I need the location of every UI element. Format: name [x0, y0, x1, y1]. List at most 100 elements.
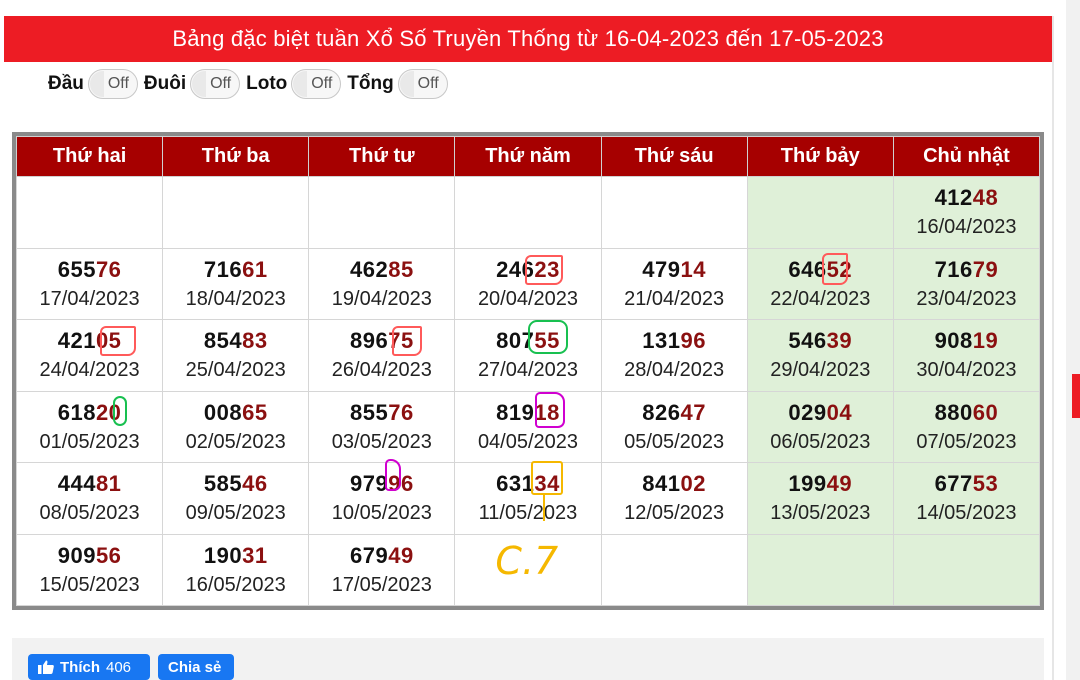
- number-tail: 65: [242, 399, 268, 425]
- day-cell-wednesday: 67949 17/05/2023: [308, 533, 456, 606]
- number-head: 841: [642, 471, 681, 497]
- day-cell-monday: 90956 15/05/2023: [15, 533, 164, 606]
- draw-date: 02/05/2023: [185, 430, 286, 453]
- lottery-number: 67949: [309, 541, 454, 571]
- number-head: 716: [203, 256, 243, 282]
- lottery-number: 65576: [17, 255, 162, 285]
- number-head: 655: [57, 256, 96, 282]
- like-label: Thích: [60, 658, 100, 676]
- draw-date: 11/05/2023: [478, 502, 578, 525]
- day-cell-thursday: C.7: [454, 533, 602, 606]
- number-tail: 31: [242, 542, 268, 568]
- day-cell-wednesday: 89675 26/04/2023: [308, 319, 456, 392]
- table-row: 61820 01/05/2023 00865 02/05/2023 85576 03/05…: [15, 390, 1041, 463]
- day-cell-thursday: [454, 176, 602, 249]
- scrollbar-thumb[interactable]: [1072, 374, 1080, 418]
- number-tail: 02: [680, 471, 706, 497]
- lottery-number: 47914: [602, 255, 747, 285]
- day-cell-friday: 84102 12/05/2023: [600, 462, 748, 535]
- day-cell-tuesday: 71661 18/04/2023: [162, 247, 310, 320]
- number-tail: 55: [534, 328, 560, 354]
- number-tail: 49: [388, 542, 414, 568]
- day-cell-tuesday: [162, 176, 310, 249]
- day-cell-saturday: 64652 22/04/2023: [746, 247, 894, 320]
- lottery-number: 54639: [748, 326, 893, 356]
- number-tail: 18: [534, 399, 560, 425]
- number-head: 716: [934, 256, 973, 282]
- number-head: 199: [788, 471, 827, 497]
- number-head: 421: [57, 328, 96, 354]
- draw-date: 07/05/2023: [916, 430, 1017, 453]
- number-tail: 48: [972, 185, 999, 211]
- header-tuesday: Thứ ba: [162, 136, 310, 177]
- header-wednesday: Thứ tư: [308, 136, 456, 177]
- number-tail: 04: [826, 399, 853, 425]
- lottery-number: 85483: [163, 326, 308, 356]
- number-head: 479: [642, 256, 681, 282]
- lottery-number: 19031: [163, 541, 308, 571]
- number-head: 896: [350, 328, 389, 354]
- lottery-number: 80755: [455, 326, 600, 356]
- number-tail: 76: [95, 256, 122, 282]
- number-tail: 79: [972, 256, 999, 282]
- number-head: 826: [642, 399, 681, 425]
- draw-date: 23/04/2023: [916, 287, 1017, 310]
- lottery-number: 90956: [17, 541, 162, 571]
- number-head: 412: [934, 185, 973, 211]
- draw-date: 16/05/2023: [185, 573, 286, 596]
- header-friday: Thứ sáu: [600, 136, 748, 177]
- number-tail: 85: [388, 256, 414, 282]
- number-tail: 96: [680, 328, 706, 354]
- table-row: 42105 24/04/2023 85483 25/04/2023 89675 26/04…: [15, 319, 1041, 392]
- toggle-loto[interactable]: Off: [291, 69, 342, 99]
- lottery-number: 42105: [17, 326, 162, 356]
- day-cell-tuesday: 19031 16/05/2023: [162, 533, 310, 606]
- lottery-number: 84102: [602, 469, 747, 499]
- number-tail: 76: [388, 399, 414, 425]
- day-cell-saturday: [746, 176, 894, 249]
- draw-date: 06/05/2023: [770, 430, 871, 453]
- day-cell-thursday: 63134 11/05/2023: [454, 461, 602, 535]
- day-cell-friday: [600, 176, 748, 249]
- facebook-share-button[interactable]: Chia sẻ: [158, 654, 234, 680]
- draw-date: 03/05/2023: [331, 430, 432, 453]
- scrollbar[interactable]: [1066, 0, 1080, 680]
- table-row: 90956 15/05/2023 19031 16/05/2023 67949 17/05…: [15, 533, 1041, 606]
- day-cell-monday: 44481 08/05/2023: [15, 462, 164, 535]
- number-head: 979: [350, 471, 389, 497]
- facebook-like-button[interactable]: Thích 406: [28, 654, 150, 680]
- day-cell-monday: [15, 176, 164, 249]
- table-row: 65576 17/04/2023 71661 18/04/2023 46285 19/04…: [15, 247, 1041, 320]
- day-cell-saturday: 54639 29/04/2023: [746, 319, 894, 392]
- number-tail: 60: [972, 399, 999, 425]
- table-row: 41248 16/04/2023: [15, 176, 1041, 249]
- draw-date: 12/05/2023: [624, 502, 725, 525]
- number-head: 909: [57, 542, 96, 568]
- day-cell-thursday: 81918 04/05/2023: [454, 390, 602, 463]
- lottery-number: 61820: [17, 398, 162, 428]
- card-edge: [1052, 16, 1054, 680]
- draw-date: 24/04/2023: [39, 359, 140, 382]
- draw-date: 10/05/2023: [331, 502, 432, 525]
- toggle-duoi[interactable]: Off: [190, 69, 241, 99]
- day-cell-thursday: 24623 20/04/2023: [454, 247, 602, 320]
- number-head: 819: [496, 399, 535, 425]
- draw-date: 13/05/2023: [770, 502, 871, 525]
- number-head: 618: [57, 399, 96, 425]
- toggle-dau[interactable]: Off: [87, 69, 138, 99]
- number-tail: 46: [242, 471, 268, 497]
- draw-date: 30/04/2023: [916, 359, 1017, 382]
- lottery-number: 90819: [894, 326, 1039, 356]
- toggle-tong[interactable]: Off: [397, 69, 448, 99]
- lottery-number: 63134: [455, 469, 600, 499]
- lottery-number: 85576: [309, 398, 454, 428]
- toggle-label-loto: Loto: [246, 73, 288, 94]
- number-head: 631: [496, 471, 535, 497]
- lottery-number: 46285: [309, 255, 454, 285]
- lottery-number: 00865: [163, 398, 308, 428]
- number-head: 462: [350, 256, 389, 282]
- header-thursday: Thứ năm: [454, 136, 602, 177]
- number-tail: 34: [534, 471, 560, 497]
- day-cell-friday: [600, 533, 748, 606]
- draw-date: 20/04/2023: [477, 287, 579, 310]
